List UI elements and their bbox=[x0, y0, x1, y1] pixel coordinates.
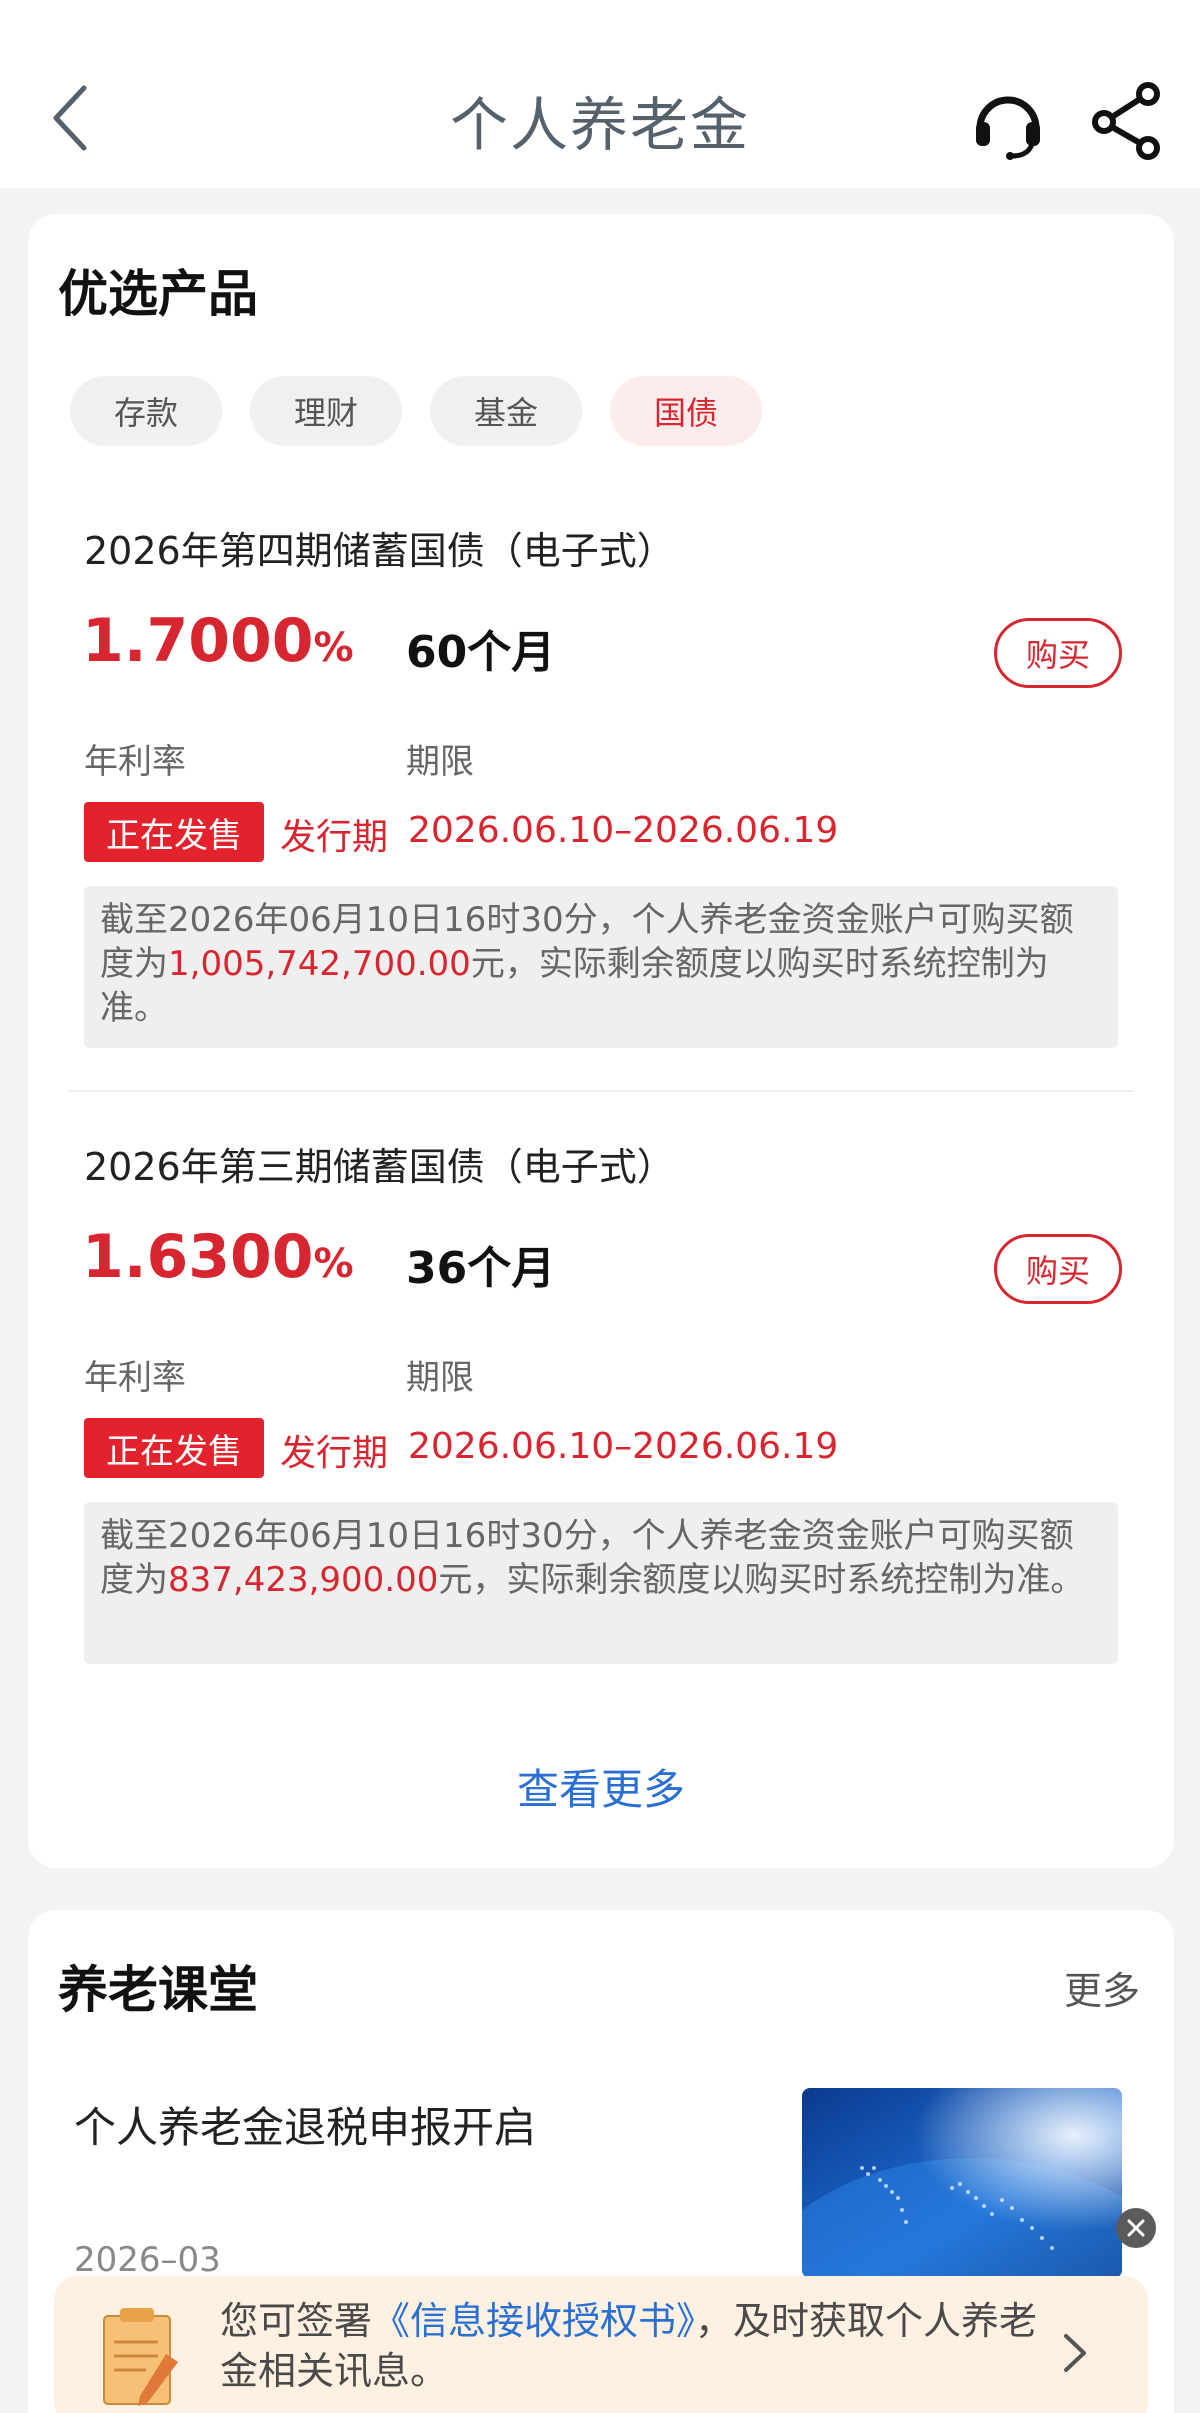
term-value: 60个月 bbox=[406, 627, 556, 678]
period-label: 发行期 bbox=[280, 1433, 389, 1474]
chevron-right-icon[interactable] bbox=[1054, 2328, 1094, 2378]
status-badge: 正在发售 bbox=[84, 802, 264, 862]
rate-unit: % bbox=[313, 625, 354, 671]
document-icon bbox=[96, 2302, 186, 2412]
status-badge: 正在发售 bbox=[84, 1418, 264, 1478]
quota-notice: 截至2026年06月10日16时30分，个人养老金资金账户可购买额度为1,005… bbox=[84, 886, 1118, 1048]
products-card: 优选产品 存款 理财 基金 国债 2026年第四期储蓄国债（电子式） 1.700… bbox=[28, 214, 1174, 1868]
buy-button[interactable]: 购买 bbox=[994, 618, 1122, 688]
annual-rate: 1.6300% bbox=[82, 1222, 354, 1292]
classroom-more-link[interactable]: 更多 bbox=[1064, 1960, 1140, 2015]
view-more-link[interactable]: 查看更多 bbox=[28, 1756, 1174, 1817]
term-value: 36个月 bbox=[406, 1243, 556, 1294]
period-label: 发行期 bbox=[280, 817, 389, 858]
rate-unit: % bbox=[313, 1241, 354, 1287]
notice-suffix: 元，实际剩余额度以购买时系统控制为准。 bbox=[438, 1560, 1085, 1600]
section-title-classroom: 养老课堂 bbox=[58, 1961, 258, 2019]
rate-label: 年利率 bbox=[84, 742, 186, 782]
issue-period: 2026.06.10–2026.06.19 bbox=[408, 1426, 839, 1467]
banner-text-prefix: 您可签署 bbox=[220, 2299, 373, 2343]
notice-amount: 1,005,742,700.00 bbox=[168, 944, 471, 984]
product-tabs: 存款 理财 基金 国债 bbox=[70, 376, 762, 446]
tab-deposit[interactable]: 存款 bbox=[70, 376, 222, 446]
buy-button[interactable]: 购买 bbox=[994, 1234, 1122, 1304]
share-icon[interactable] bbox=[1090, 82, 1162, 160]
authorization-link[interactable]: 《信息接收授权书》 bbox=[372, 2299, 695, 2343]
banner-text: 您可签署《信息接收授权书》，及时获取个人养老金相关讯息。 bbox=[220, 2296, 1040, 2396]
term-label: 期限 bbox=[406, 1358, 474, 1398]
headset-icon[interactable] bbox=[972, 84, 1044, 160]
product-name: 2026年第四期储蓄国债（电子式） bbox=[84, 529, 675, 573]
product-name: 2026年第三期储蓄国债（电子式） bbox=[84, 1145, 675, 1189]
product-item[interactable]: 2026年第四期储蓄国债（电子式） 1.7000% 60个月 购买 年利率 期限… bbox=[28, 520, 1174, 1080]
article-title[interactable]: 个人养老金退税申报开启 bbox=[74, 2094, 536, 2155]
notice-amount: 837,423,900.00 bbox=[168, 1560, 439, 1600]
rate-value: 1.7000 bbox=[82, 606, 314, 676]
page: 个人养老金 优选产品 存款 理财 基金 国债 2026年第四期储蓄国债（电子式）… bbox=[0, 0, 1200, 2413]
quota-notice: 截至2026年06月10日16时30分，个人养老金资金账户可购买额度为837,4… bbox=[84, 1502, 1118, 1664]
tab-wealth[interactable]: 理财 bbox=[250, 376, 402, 446]
header: 个人养老金 bbox=[0, 0, 1200, 188]
issue-period: 2026.06.10–2026.06.19 bbox=[408, 810, 839, 851]
authorization-banner[interactable]: 您可签署《信息接收授权书》，及时获取个人养老金相关讯息。 bbox=[54, 2276, 1148, 2413]
section-title-products: 优选产品 bbox=[58, 265, 258, 323]
tab-treasury[interactable]: 国债 bbox=[610, 376, 762, 446]
rate-value: 1.6300 bbox=[82, 1222, 314, 1292]
tab-fund[interactable]: 基金 bbox=[430, 376, 582, 446]
article-thumbnail[interactable] bbox=[802, 2088, 1122, 2278]
close-icon[interactable] bbox=[1116, 2208, 1156, 2248]
product-item[interactable]: 2026年第三期储蓄国债（电子式） 1.6300% 36个月 购买 年利率 期限… bbox=[28, 1136, 1174, 1696]
article-date: 2026–03 bbox=[74, 2240, 221, 2280]
annual-rate: 1.7000% bbox=[82, 606, 354, 676]
rate-label: 年利率 bbox=[84, 1358, 186, 1398]
term-label: 期限 bbox=[406, 742, 474, 782]
divider bbox=[68, 1090, 1134, 1092]
